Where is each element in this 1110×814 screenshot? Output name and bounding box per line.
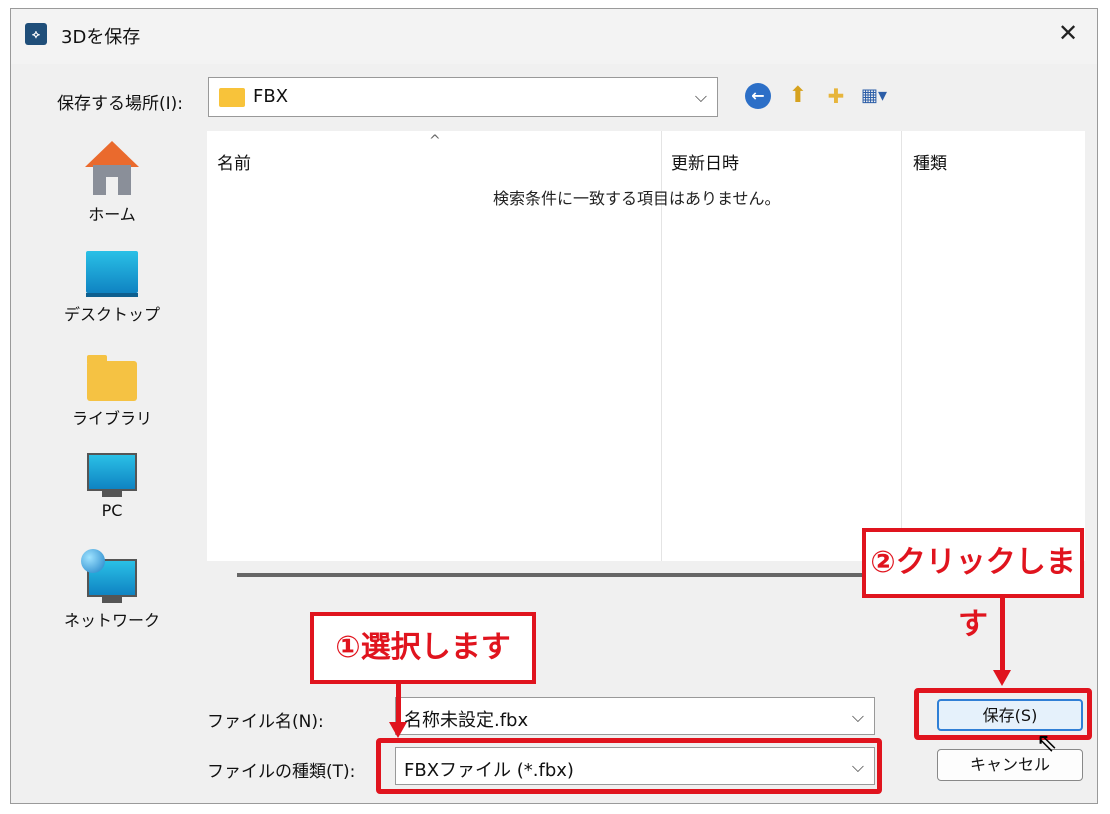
- close-icon[interactable]: ✕: [1053, 19, 1083, 47]
- sidebar-item-label: ライブラリ: [71, 409, 152, 428]
- file-list[interactable]: ^ 名前 更新日時 種類 検索条件に一致する項目はありません。: [207, 131, 1085, 561]
- desktop-icon: [86, 251, 138, 293]
- filename-input[interactable]: 名称未設定.fbx ⌵: [395, 697, 875, 735]
- save-highlight: [914, 688, 1092, 740]
- filetype-label: ファイルの種類(T):: [207, 762, 356, 782]
- new-folder-icon[interactable]: ✚: [821, 81, 851, 111]
- empty-message: 検索条件に一致する項目はありません。: [493, 189, 781, 208]
- filename-label: ファイル名(N):: [207, 712, 324, 732]
- sidebar-item-label: PC: [101, 501, 123, 520]
- step2-arrowhead: [993, 670, 1011, 686]
- back-icon[interactable]: ←: [745, 83, 771, 109]
- sidebar-item-pc[interactable]: PC: [57, 453, 167, 520]
- folder-icon: [219, 88, 245, 107]
- home-icon: [85, 141, 139, 197]
- horizontal-scrollbar[interactable]: [237, 573, 873, 577]
- step1-arrow: [396, 684, 401, 722]
- sidebar-item-label: ホーム: [88, 205, 136, 224]
- filename-value: 名称未設定.fbx: [404, 710, 529, 731]
- sidebar-item-network[interactable]: ネットワーク: [57, 549, 167, 631]
- sidebar-item-label: ネットワーク: [63, 611, 160, 630]
- places-sidebar: ホーム デスクトップ ライブラリ PC ネットワーク: [57, 129, 207, 630]
- column-header-name[interactable]: 名前: [217, 149, 251, 174]
- title-bar: ⟡ 3Dを保存 ✕: [11, 9, 1097, 64]
- pc-icon: [87, 453, 137, 491]
- step1-callout: ①選択します: [310, 612, 536, 684]
- network-icon: [81, 549, 137, 597]
- mouse-cursor-icon: ⇖: [1036, 728, 1058, 758]
- view-menu-icon[interactable]: ▦▾: [861, 81, 901, 111]
- up-folder-icon[interactable]: ⬆: [783, 81, 813, 111]
- step2-arrow: [1000, 598, 1005, 670]
- step1-arrowhead: [389, 722, 407, 738]
- sidebar-item-library[interactable]: ライブラリ: [57, 355, 167, 429]
- chevron-down-icon: ⌵: [694, 87, 707, 106]
- chevron-down-icon: ⌵: [851, 707, 864, 726]
- location-label: 保存する場所(I):: [57, 94, 184, 114]
- step2-callout: ②クリックします: [862, 528, 1084, 642]
- sort-caret-icon: ^: [429, 133, 441, 149]
- save-dialog: ⟡ 3Dを保存 ✕ 保存する場所(I): FBX ⌵ ← ⬆ ✚ ▦▾ ホーム …: [10, 8, 1098, 804]
- sidebar-item-label: デスクトップ: [63, 305, 160, 324]
- filetype-highlight: [376, 738, 882, 794]
- sidebar-item-home[interactable]: ホーム: [57, 141, 167, 225]
- location-value: FBX: [253, 86, 289, 107]
- location-dropdown[interactable]: FBX ⌵: [208, 77, 718, 117]
- window-title: 3Dを保存: [61, 27, 141, 48]
- column-header-type[interactable]: 種類: [913, 149, 947, 174]
- sidebar-item-desktop[interactable]: デスクトップ: [57, 251, 167, 325]
- app-icon: ⟡: [25, 23, 47, 45]
- library-icon: [87, 355, 137, 401]
- column-header-modified[interactable]: 更新日時: [671, 149, 739, 174]
- cancel-button[interactable]: キャンセル: [937, 749, 1083, 781]
